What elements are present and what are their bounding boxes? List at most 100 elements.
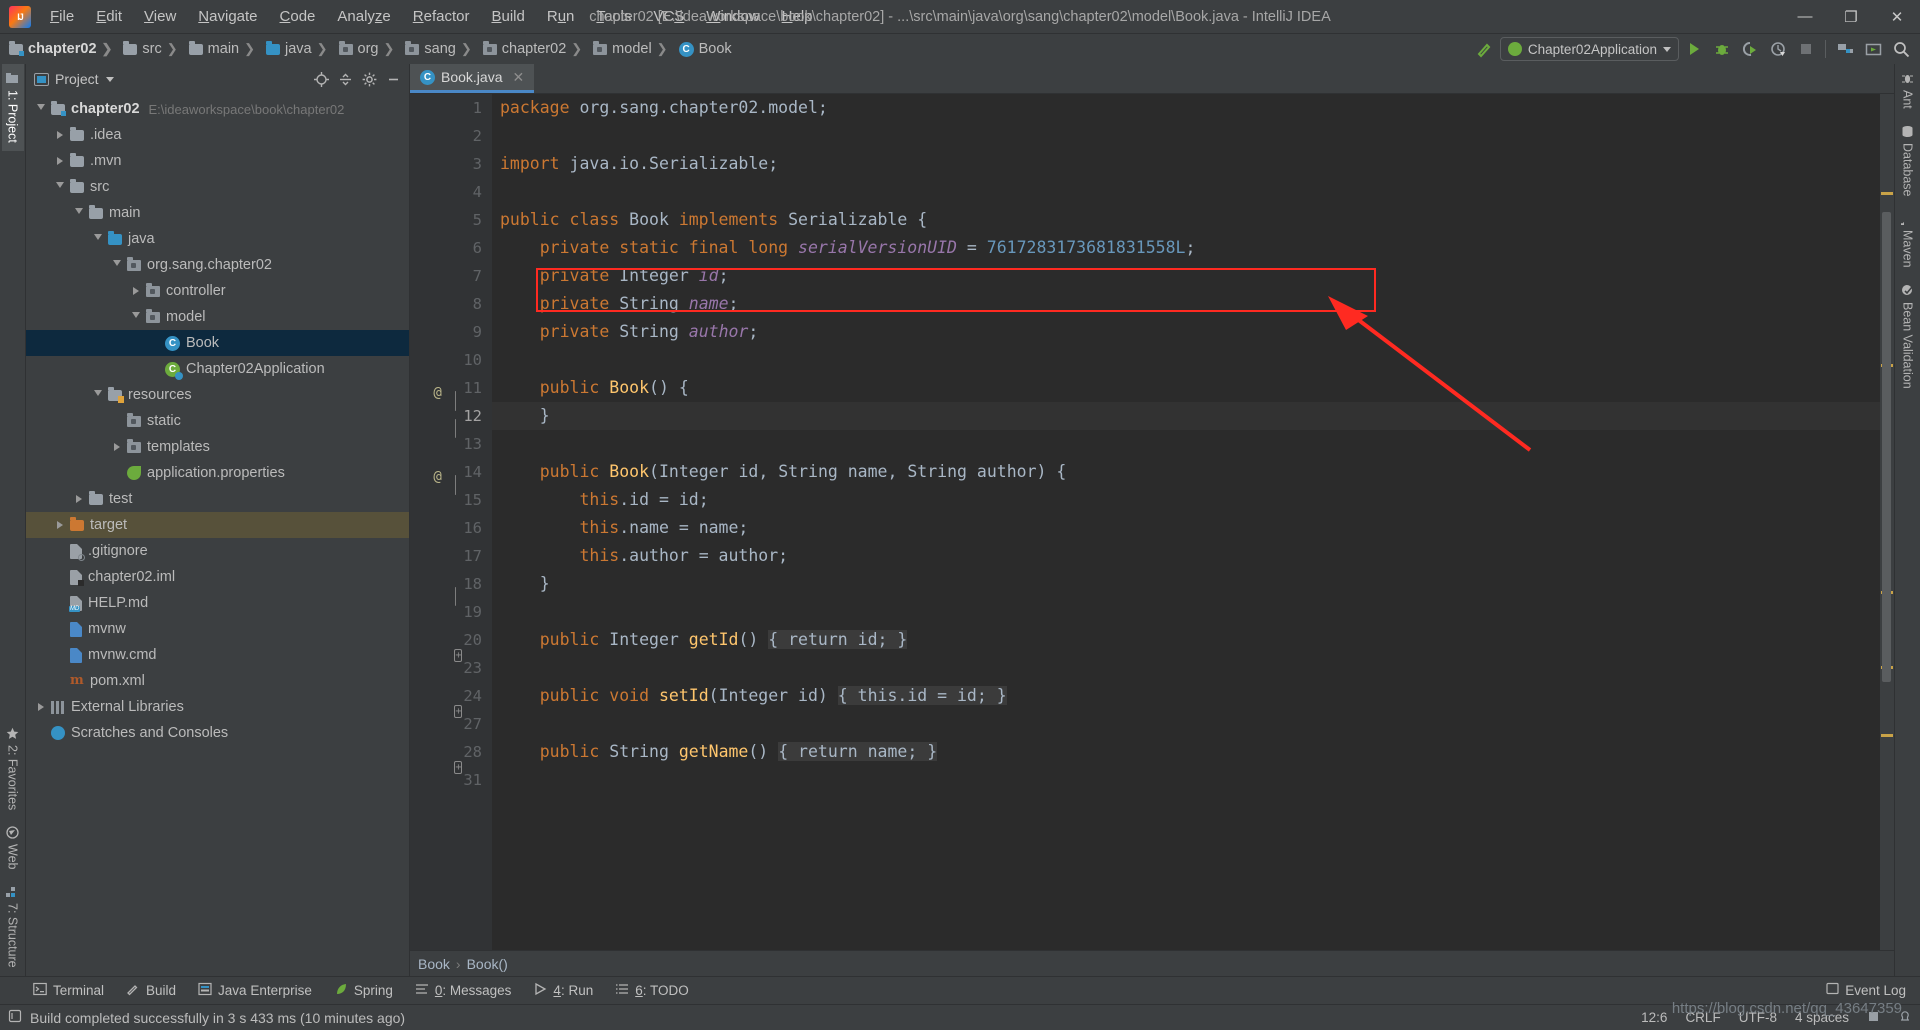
toolwindow-java-enterprise[interactable]: Java Enterprise: [189, 979, 321, 1002]
gutter-line-16[interactable]: 16: [410, 514, 492, 542]
gutter-line-18[interactable]: 18: [410, 570, 492, 606]
nav-crumb-chapter02-module[interactable]: chapter02 ❯: [6, 39, 120, 59]
tree-node-model[interactable]: model: [26, 304, 409, 330]
gutter-line-19[interactable]: 19: [410, 598, 492, 626]
event-log-entry[interactable]: Event Log: [1826, 982, 1920, 1000]
nav-crumb-main[interactable]: main ❯: [186, 39, 263, 59]
code-editor[interactable]: package org.sang.chapter02.model; import …: [492, 94, 1880, 950]
code-line-15[interactable]: this.id = id;: [492, 486, 1880, 514]
tree-expander-expand-icon[interactable]: [53, 521, 67, 529]
nav-crumb-chapter02-pkg[interactable]: chapter02 ❯: [480, 39, 590, 59]
tree-node-static[interactable]: static: [26, 408, 409, 434]
sidebar-item-bean-validation[interactable]: Bean Validation: [1897, 276, 1919, 397]
tree-node-book[interactable]: C Book: [26, 330, 409, 356]
debug-button[interactable]: [1709, 37, 1735, 61]
code-line-3[interactable]: import java.io.Serializable;: [492, 150, 1880, 178]
tree-expander-collapse-icon[interactable]: [129, 312, 143, 322]
gutter-line-31[interactable]: 31: [410, 766, 492, 794]
gutter-line-14[interactable]: @14: [410, 458, 492, 495]
code-line-4[interactable]: [492, 178, 1880, 206]
nav-crumb-book[interactable]: C Book: [676, 39, 735, 59]
tree-node-mvnw-cmd[interactable]: mvnw.cmd: [26, 642, 409, 668]
code-line-17[interactable]: this.author = author;: [492, 542, 1880, 570]
tree-node-controller[interactable]: controller: [26, 278, 409, 304]
code-line-19[interactable]: [492, 598, 1880, 626]
gutter-line-28[interactable]: +28: [410, 738, 492, 774]
tree-expander-collapse-icon[interactable]: [72, 208, 86, 218]
gutter-line-24[interactable]: +24: [410, 682, 492, 718]
sidebar-item-database[interactable]: Database: [1897, 117, 1919, 205]
hide-panel-icon[interactable]: [383, 69, 403, 89]
tree-node-org-sang-chapter02[interactable]: org.sang.chapter02: [26, 252, 409, 278]
tree-node-chapter02[interactable]: chapter02 E:\ideaworkspace\book\chapter02: [26, 96, 409, 122]
sidebar-item-ant[interactable]: Ant: [1897, 64, 1919, 117]
tree-expander-collapse-icon[interactable]: [91, 390, 105, 400]
tree-node-java[interactable]: java: [26, 226, 409, 252]
search-everywhere-icon[interactable]: [1888, 37, 1914, 61]
gutter-line-10[interactable]: 10: [410, 346, 492, 374]
locate-icon[interactable]: [311, 69, 331, 89]
code-line-12[interactable]: }: [492, 402, 1880, 430]
gutter-line-13[interactable]: 13: [410, 430, 492, 458]
tree-expander-expand-icon[interactable]: [53, 157, 67, 165]
tree-node-target[interactable]: target: [26, 512, 409, 538]
tree-expander-expand-icon[interactable]: [72, 495, 86, 503]
menu-analyze[interactable]: Analyze: [326, 4, 401, 29]
code-line-31[interactable]: [492, 766, 1880, 794]
tree-expander-expand-icon[interactable]: [53, 131, 67, 139]
code-line-2[interactable]: [492, 122, 1880, 150]
gutter-line-17[interactable]: 17: [410, 542, 492, 570]
tree-node-templates[interactable]: templates: [26, 434, 409, 460]
tree-expander-collapse-icon[interactable]: [91, 234, 105, 244]
toolwindow-todo[interactable]: 6: TODO: [606, 979, 698, 1002]
gutter-line-2[interactable]: 2: [410, 122, 492, 150]
close-button[interactable]: ✕: [1874, 0, 1920, 34]
code-line-24[interactable]: public void setId(Integer id) { this.id …: [492, 682, 1880, 710]
code-line-8[interactable]: private String name;: [492, 290, 1880, 318]
settings-gear-icon[interactable]: [359, 69, 379, 89]
menu-edit[interactable]: Edit: [85, 4, 133, 29]
tree-node-application-properties[interactable]: application.properties: [26, 460, 409, 486]
toolwindow-build[interactable]: Build: [117, 979, 185, 1002]
toolwindow-run[interactable]: 4: Run: [524, 979, 602, 1002]
tree-expander-expand-icon[interactable]: [110, 443, 124, 451]
code-line-18[interactable]: }: [492, 570, 1880, 598]
menu-tools[interactable]: Tools: [585, 4, 642, 29]
code-line-27[interactable]: [492, 710, 1880, 738]
build-icon[interactable]: [1472, 37, 1498, 61]
tree-node--idea[interactable]: .idea: [26, 122, 409, 148]
menu-vcs[interactable]: VCS: [642, 4, 695, 29]
breadcrumb-class[interactable]: Book: [418, 956, 450, 972]
maximize-button[interactable]: ❐: [1828, 0, 1874, 34]
tab-book-java[interactable]: C Book.java ✕: [410, 64, 535, 93]
gutter-line-20[interactable]: +20: [410, 626, 492, 662]
sidebar-item-web[interactable]: Web: [2, 818, 24, 877]
tree-node-resources[interactable]: resources: [26, 382, 409, 408]
code-line-9[interactable]: private String author;: [492, 318, 1880, 346]
tree-expander-collapse-icon[interactable]: [34, 104, 48, 114]
minimize-button[interactable]: —: [1782, 0, 1828, 34]
gutter-line-8[interactable]: 8: [410, 290, 492, 318]
tree-node-help-md[interactable]: MD HELP.md: [26, 590, 409, 616]
gutter-line-3[interactable]: 3: [410, 150, 492, 178]
nav-crumb-org[interactable]: org ❯: [336, 39, 403, 59]
sidebar-item-project[interactable]: 1: Project: [1, 64, 24, 151]
code-line-23[interactable]: [492, 654, 1880, 682]
code-line-13[interactable]: [492, 430, 1880, 458]
code-line-1[interactable]: package org.sang.chapter02.model;: [492, 94, 1880, 122]
updates-button[interactable]: [1860, 37, 1886, 61]
tree-node-external-libraries[interactable]: External Libraries: [26, 694, 409, 720]
tree-node-mvnw[interactable]: mvnw: [26, 616, 409, 642]
gutter-line-23[interactable]: 23: [410, 654, 492, 682]
tree-node-main[interactable]: main: [26, 200, 409, 226]
toolwindow-spring[interactable]: Spring: [325, 979, 402, 1002]
code-line-14[interactable]: public Book(Integer id, String name, Str…: [492, 458, 1880, 486]
gutter-line-4[interactable]: 4: [410, 178, 492, 206]
sidebar-item-maven[interactable]: m Maven: [1895, 204, 1919, 276]
gutter-line-15[interactable]: 15: [410, 486, 492, 514]
menu-code[interactable]: Code: [269, 4, 327, 29]
project-tree[interactable]: chapter02 E:\ideaworkspace\book\chapter02…: [26, 94, 409, 976]
gutter-line-27[interactable]: 27: [410, 710, 492, 738]
collapse-all-icon[interactable]: [335, 69, 355, 89]
menu-window[interactable]: Window: [695, 4, 770, 29]
